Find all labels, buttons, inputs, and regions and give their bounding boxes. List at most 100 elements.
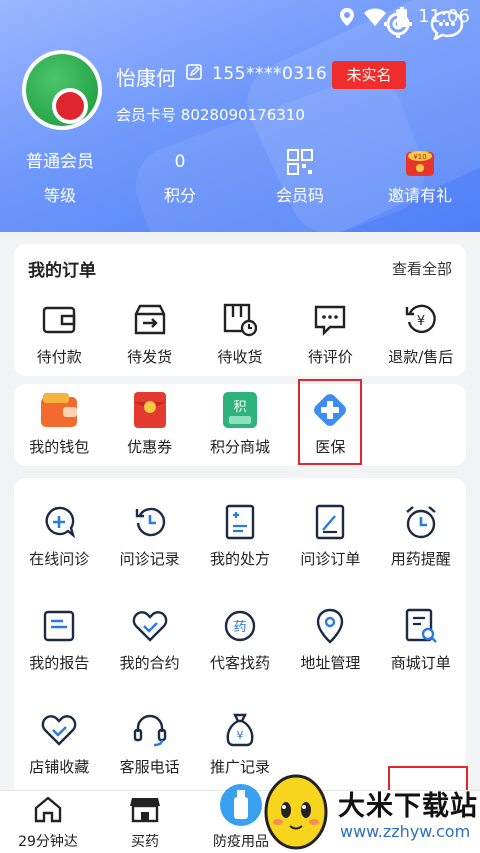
location-status-icon xyxy=(340,7,355,26)
address-management[interactable]: 地址管理 xyxy=(285,606,375,673)
verify-badge[interactable]: 未实名 xyxy=(332,61,406,89)
wallet-orange-icon xyxy=(14,390,104,430)
headset-icon xyxy=(104,710,194,750)
service-label: 我的合约 xyxy=(119,654,180,672)
service-label: 我的报告 xyxy=(29,654,90,672)
message-icon[interactable] xyxy=(430,10,464,40)
coupon-red-icon xyxy=(104,390,194,430)
order-item-label: 退款/售后 xyxy=(388,348,454,366)
money-bag-icon: ¥ xyxy=(195,710,285,750)
order-item-label: 待付款 xyxy=(36,348,82,366)
tab-label: 29分钟达 xyxy=(18,834,78,850)
service-label: 我的处方 xyxy=(209,550,270,568)
stat-member-code[interactable]: 会员码 xyxy=(245,148,355,206)
member-stats: 普通会员 等级 0 积分 会员码 ¥10 邀请有礼 xyxy=(0,148,480,208)
refund-icon: ¥ xyxy=(376,300,466,340)
home-icon xyxy=(34,796,62,823)
watermark-url: www.zzhyw.com xyxy=(340,822,471,841)
stat-member-code-label: 会员码 xyxy=(275,186,324,205)
wallet-icon xyxy=(14,300,104,340)
stat-level[interactable]: 普通会员 等级 xyxy=(5,148,115,206)
avatar[interactable] xyxy=(22,50,102,130)
mascot-watermark-icon xyxy=(264,774,328,850)
order-refund[interactable]: ¥ 退款/售后 xyxy=(376,300,466,367)
tab-label: 买药 xyxy=(131,834,159,850)
alarm-icon xyxy=(376,502,466,542)
svg-text:¥10: ¥10 xyxy=(413,153,426,161)
user-phone: 155****0316 xyxy=(212,64,328,84)
order-item-label: 待评价 xyxy=(307,348,353,366)
highlight-box xyxy=(298,379,362,465)
service-label: 商城订单 xyxy=(390,654,451,672)
mall-order-icon xyxy=(376,606,466,646)
consult-icon xyxy=(14,502,104,542)
stat-invite[interactable]: ¥10 邀请有礼 xyxy=(365,148,475,206)
location-icon xyxy=(285,606,375,646)
svg-text:¥: ¥ xyxy=(417,314,425,329)
card-label: 会员卡号 xyxy=(116,106,177,124)
wallet-row-label: 我的钱包 xyxy=(29,438,90,456)
svg-text:积: 积 xyxy=(233,400,246,415)
qr-code-icon xyxy=(245,148,355,176)
tab-home[interactable]: 29分钟达 xyxy=(3,795,93,851)
view-all-orders-link[interactable]: 查看全部 xyxy=(392,258,452,279)
services-card: 在线问诊 问诊记录 我的处方 问诊订单 用药提醒 我的报告 我的合约 药 代客找… xyxy=(14,478,466,798)
settings-icon[interactable] xyxy=(382,8,414,40)
find-medicine-icon: 药 xyxy=(195,606,285,646)
shop-icon xyxy=(130,798,160,823)
order-item-label: 待收货 xyxy=(217,348,263,366)
customer-service-phone[interactable]: 客服电话 xyxy=(104,710,194,777)
prescription-icon xyxy=(195,502,285,542)
consult-order-icon xyxy=(285,502,375,542)
consult-orders[interactable]: 问诊订单 xyxy=(285,502,375,569)
order-pending-shipment[interactable]: 待发货 xyxy=(104,300,194,367)
profile-header: 11:06 怡康何 155****0316 未实名 会员卡号 802809017… xyxy=(0,0,480,232)
service-label: 在线问诊 xyxy=(29,550,90,568)
history-icon xyxy=(104,502,194,542)
my-wallet[interactable]: 我的钱包 xyxy=(14,390,104,457)
service-label: 问诊订单 xyxy=(300,550,361,568)
orders-title: 我的订单 xyxy=(28,261,96,281)
stat-points-label: 积分 xyxy=(163,186,196,205)
stat-points[interactable]: 0 积分 xyxy=(125,148,235,206)
online-consult[interactable]: 在线问诊 xyxy=(14,502,104,569)
svg-text:药: 药 xyxy=(233,620,246,635)
heart-check-icon xyxy=(14,710,104,750)
orders-card: 我的订单 查看全部 待付款 待发货 待收货 待评价 ¥ 退款/售后 xyxy=(14,244,466,376)
my-reports[interactable]: 我的报告 xyxy=(14,606,104,673)
mall-orders[interactable]: 商城订单 xyxy=(376,606,466,673)
order-pending-receipt[interactable]: 待收货 xyxy=(195,300,285,367)
service-label: 地址管理 xyxy=(300,654,361,672)
gift-envelope-icon: ¥10 xyxy=(365,148,475,176)
sanitizer-icon xyxy=(220,784,262,826)
my-prescriptions[interactable]: 我的处方 xyxy=(195,502,285,569)
watermark-brand: 大米下载站 xyxy=(338,791,478,822)
package-clock-icon xyxy=(195,300,285,340)
order-pending-payment[interactable]: 待付款 xyxy=(14,300,104,367)
find-medicine[interactable]: 药 代客找药 xyxy=(195,606,285,673)
coupons[interactable]: 优惠券 xyxy=(104,390,194,457)
points-mall[interactable]: 积 积分商城 xyxy=(195,390,285,457)
stat-points-value: 0 xyxy=(174,152,186,172)
stat-level-value: 普通会员 xyxy=(26,152,94,172)
wallet-row-label: 优惠券 xyxy=(127,438,173,456)
wallet-card: 我的钱包 优惠券 积 积分商城 医保 xyxy=(14,384,466,466)
svg-text:¥: ¥ xyxy=(236,729,243,742)
consult-history[interactable]: 问诊记录 xyxy=(104,502,194,569)
edit-icon[interactable] xyxy=(186,64,202,80)
order-pending-review[interactable]: 待评价 xyxy=(285,300,375,367)
stat-level-label: 等级 xyxy=(43,186,76,205)
medication-reminder[interactable]: 用药提醒 xyxy=(376,502,466,569)
my-contracts[interactable]: 我的合约 xyxy=(104,606,194,673)
service-label: 店铺收藏 xyxy=(29,758,90,776)
service-label: 代客找药 xyxy=(209,654,270,672)
store-favorites[interactable]: 店铺收藏 xyxy=(14,710,104,777)
service-label: 问诊记录 xyxy=(119,550,180,568)
comment-icon xyxy=(285,300,375,340)
order-item-label: 待发货 xyxy=(127,348,173,366)
user-name: 怡康何 xyxy=(116,66,176,90)
stat-invite-label: 邀请有礼 xyxy=(387,186,452,205)
service-label: 用药提醒 xyxy=(390,550,451,568)
card-number: 8028090176310 xyxy=(180,106,305,124)
tab-buy-medicine[interactable]: 买药 xyxy=(100,795,190,851)
